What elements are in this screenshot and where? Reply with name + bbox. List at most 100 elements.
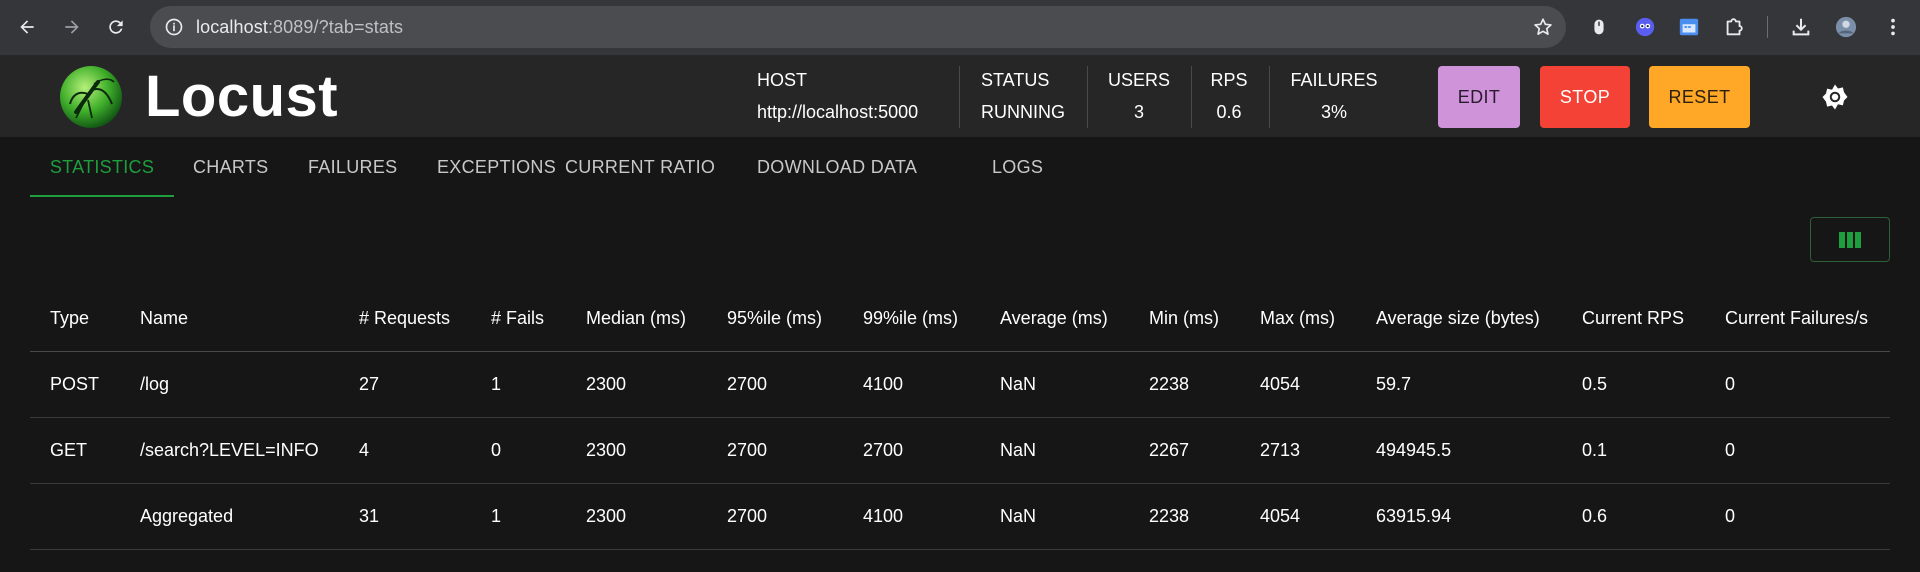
status-stat: STATUS RUNNING [981,68,1065,130]
column-header-p99[interactable]: 99%ile (ms) [863,285,958,351]
column-selector-button[interactable] [1810,217,1890,262]
cell-p95: 2700 [727,440,768,460]
column-header-requests[interactable]: # Requests [359,285,450,351]
column-header-median[interactable]: Median (ms) [586,285,686,351]
cell-avg-size: 494945.5 [1376,440,1452,460]
avatar-icon [1835,16,1857,38]
extension-bot[interactable] [1632,14,1658,40]
forward-button[interactable] [55,10,89,44]
browser-menu-button[interactable] [1880,14,1906,40]
cell-name: Aggregated [140,506,234,526]
header-divider [1269,66,1270,128]
toolbar-divider [1767,16,1768,38]
rps-label: RPS [1210,70,1248,90]
column-header-average[interactable]: Average (ms) [1000,285,1108,351]
column-header-current-failures[interactable]: Current Failures/s [1725,285,1868,351]
extension-mouse[interactable] [1586,14,1612,40]
cell-name: /search?LEVEL=INFO [140,440,319,460]
site-info-icon[interactable] [164,17,184,37]
column-header-avg-size[interactable]: Average size (bytes) [1376,285,1540,351]
reload-icon [109,20,123,34]
column-header-fails[interactable]: # Fails [491,285,544,351]
mouse-extension-icon [1594,19,1604,35]
bookmark-star-icon[interactable] [1532,16,1554,38]
cell-fails: 0 [491,440,502,460]
back-button[interactable] [10,10,44,44]
tab-logs[interactable]: LOGS [992,137,1082,197]
browser-toolbar: localhost:8089/?tab=stats [0,0,1920,55]
cell-current-failures: 0 [1725,506,1736,526]
cell-median: 2300 [586,440,627,460]
cell-fails: 1 [491,374,502,394]
tab-current-ratio[interactable]: CURRENT RATIO [547,137,747,197]
cell-requests: 31 [359,506,380,526]
download-icon [1792,18,1810,36]
back-arrow-icon [20,20,34,34]
extension-calendar[interactable] [1676,14,1702,40]
tab-download-data[interactable]: DOWNLOAD DATA [757,137,957,197]
app-title: Locust [145,64,339,129]
column-header-max[interactable]: Max (ms) [1260,285,1335,351]
cell-average: NaN [1000,440,1037,460]
table-row: GET /search?LEVEL=INFO 4 0 2300 2700 270… [30,418,1890,484]
users-label: USERS [1107,70,1170,90]
cell-min: 2267 [1149,440,1190,460]
url-text[interactable]: localhost:8089/?tab=stats [196,17,403,37]
column-header-min[interactable]: Min (ms) [1149,285,1219,351]
downloads-button[interactable] [1788,14,1814,40]
cell-requests: 27 [359,374,380,394]
locust-logo-icon [60,66,122,128]
url-host: localhost [196,17,268,37]
extensions-menu[interactable] [1721,14,1747,40]
column-header-name[interactable]: Name [140,285,188,351]
rps-stat: RPS 0.6 [1204,68,1254,130]
users-value: 3 [1133,102,1144,122]
active-tab-indicator [30,195,174,197]
cell-average: NaN [1000,374,1037,394]
column-header-type[interactable]: Type [50,285,89,351]
column-header-p95[interactable]: 95%ile (ms) [727,285,822,351]
address-bar[interactable]: localhost:8089/?tab=stats [150,6,1566,48]
cell-min: 2238 [1149,506,1190,526]
cell-current-failures: 0 [1725,374,1736,394]
table-header-row: Type Name # Requests # Fails Median (ms)… [30,285,1890,352]
cell-avg-size: 63915.94 [1376,506,1452,526]
profile-avatar[interactable] [1833,14,1859,40]
cell-max: 4054 [1260,374,1301,394]
cell-current-rps: 0.5 [1582,374,1608,394]
cell-median: 2300 [586,506,627,526]
puzzle-piece-icon [1726,18,1743,36]
users-stat: USERS 3 [1100,68,1178,130]
stop-button[interactable]: STOP [1540,66,1630,128]
column-header-current-rps[interactable]: Current RPS [1582,285,1684,351]
cell-current-failures: 0 [1725,440,1736,460]
failures-value: 3% [1320,102,1347,122]
tab-failures[interactable]: FAILURES [288,137,426,197]
failures-stat: FAILURES 3% [1283,68,1385,130]
cell-p99: 2700 [863,440,904,460]
cell-p95: 2700 [727,374,768,394]
bot-extension-icon [1635,17,1655,37]
reload-button[interactable] [99,10,133,44]
reset-button[interactable]: RESET [1649,66,1750,128]
cell-type: GET [50,440,88,460]
kebab-menu-icon [1891,18,1895,36]
cell-p95: 2700 [727,506,768,526]
cell-current-rps: 0.1 [1582,440,1608,460]
statistics-table: Type Name # Requests # Fails Median (ms)… [30,285,1890,550]
cell-name: /log [140,374,170,394]
edit-button[interactable]: EDIT [1438,66,1520,128]
cell-p99: 4100 [863,506,904,526]
cell-average: NaN [1000,506,1037,526]
host-label: HOST [757,70,808,90]
header-divider [1087,66,1088,128]
host-value: http://localhost:5000 [757,102,919,122]
calendar-extension-icon [1679,18,1699,36]
forward-arrow-icon [65,20,79,34]
theme-toggle-sun-icon[interactable] [1820,82,1850,112]
tab-statistics[interactable]: STATISTICS [30,137,174,197]
cell-fails: 1 [491,506,502,526]
cell-max: 2713 [1260,440,1301,460]
cell-current-rps: 0.6 [1582,506,1608,526]
table-row: POST /log 27 1 2300 2700 4100 NaN 2238 4… [30,352,1890,418]
